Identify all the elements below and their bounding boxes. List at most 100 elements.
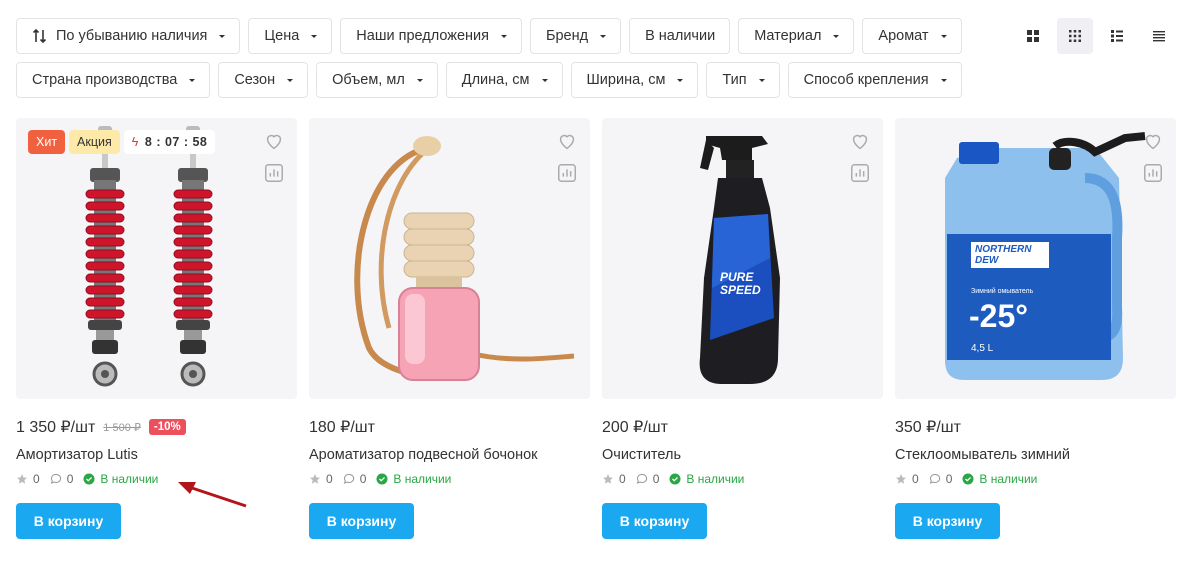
add-to-cart-button[interactable]: В корзину [602, 503, 707, 539]
comment-icon [929, 473, 940, 484]
filter-label: Длина, см [461, 72, 530, 88]
rating: 0 [16, 472, 40, 486]
chevron-down-icon [940, 34, 947, 38]
comment-icon [636, 473, 647, 484]
filter-offers[interactable]: Наши предложения [340, 18, 522, 54]
check-circle-icon [376, 473, 388, 485]
price-row: 200 ₽/шт [602, 417, 883, 437]
stock-status: В наличии [376, 472, 451, 486]
rating-value: 0 [912, 472, 919, 486]
favorite-heart-icon[interactable] [849, 130, 871, 152]
compare-icon[interactable] [849, 162, 871, 184]
filter-length[interactable]: Длина, см [445, 62, 563, 98]
chevron-down-icon [758, 78, 765, 82]
filter-price[interactable]: Цена [248, 18, 333, 54]
compare-icon[interactable] [1142, 162, 1164, 184]
check-circle-icon [83, 473, 95, 485]
view-switch [1015, 18, 1177, 54]
filter-mount[interactable]: Способ крепления [787, 62, 962, 98]
countdown-timer: ϟ 8 : 07 : 58 [123, 130, 216, 154]
rating-value: 0 [619, 472, 626, 486]
product-image[interactable]: Хит Акция ϟ 8 : 07 : 58 [16, 118, 297, 399]
rating: 0 [309, 472, 333, 486]
check-circle-icon [669, 473, 681, 485]
filter-label: В наличии [645, 28, 716, 44]
product-image[interactable]: NORTHERN DEW Зимний омыватель -25° 4,5 L [895, 118, 1176, 399]
product-card: PURE SPEED 200 ₽/шт Очиститель 0 0 В нал… [602, 118, 883, 539]
reviews: 0 [929, 472, 952, 486]
card-actions [556, 130, 578, 184]
reviews: 0 [50, 472, 74, 486]
price: 1 350 ₽/шт [16, 419, 96, 436]
filter-material[interactable]: Материал [738, 18, 855, 54]
product-name[interactable]: Стеклоомыватель зимний [895, 447, 1176, 465]
filter-season[interactable]: Сезон [218, 62, 309, 98]
stock-label: В наличии [686, 472, 745, 486]
compare-icon[interactable] [556, 162, 578, 184]
product-meta: 0 0 В наличии [309, 471, 590, 487]
product-name[interactable]: Очиститель [602, 447, 883, 465]
filter-country[interactable]: Страна производства [16, 62, 211, 98]
view-table-button[interactable] [1141, 18, 1177, 54]
comment-icon [343, 473, 354, 484]
chevron-down-icon [287, 78, 294, 82]
sort-dropdown[interactable]: По убыванию наличия [16, 18, 241, 54]
rating: 0 [895, 472, 919, 486]
chevron-down-icon [500, 34, 507, 38]
chevron-down-icon [600, 34, 607, 38]
chevron-down-icon [189, 78, 196, 82]
table-icon [1153, 31, 1165, 42]
chevron-down-icon [541, 78, 548, 82]
price-row: 1 350 ₽/шт 1 500 ₽ -10% [16, 417, 297, 437]
add-to-cart-button[interactable]: В корзину [895, 503, 1000, 539]
product-label-text: PURE SPEED [720, 270, 761, 297]
add-to-cart-button[interactable]: В корзину [309, 503, 414, 539]
view-grid-small-button[interactable] [1057, 18, 1093, 54]
card-actions [263, 130, 285, 184]
sale-badge: Акция [69, 130, 120, 154]
filter-bar: По убыванию наличия Цена Наши предложени… [16, 18, 1016, 106]
compare-icon[interactable] [263, 162, 285, 184]
filter-aroma[interactable]: Аромат [862, 18, 962, 54]
reviews-value: 0 [66, 472, 74, 486]
discount-badge: -10% [148, 419, 186, 435]
product-name[interactable]: Амортизатор Lutis [16, 447, 297, 465]
badges: Хит Акция ϟ 8 : 07 : 58 [28, 130, 216, 154]
filter-in-stock[interactable]: В наличии [629, 18, 731, 54]
view-grid-large-button[interactable] [1015, 18, 1051, 54]
filter-volume[interactable]: Объем, мл [316, 62, 438, 98]
filter-label: Сезон [234, 72, 276, 88]
old-price: 1 500 ₽ [103, 421, 141, 434]
product-meta: 0 0 В наличии [16, 471, 297, 487]
product-label-brand: NORTHERN DEW [971, 242, 1049, 268]
view-list-button[interactable] [1099, 18, 1135, 54]
hit-badge: Хит [28, 130, 66, 154]
filter-row-2: Страна производства Сезон Объем, мл Длин… [16, 62, 1016, 98]
filter-brand[interactable]: Бренд [529, 18, 622, 54]
comment-icon [50, 473, 61, 484]
product-image[interactable] [309, 118, 590, 399]
grid-small-icon [1069, 30, 1081, 42]
filter-label: Тип [722, 72, 747, 88]
add-to-cart-button[interactable]: В корзину [16, 503, 121, 539]
filter-label: Наши предложения [356, 28, 489, 44]
timer-value: 8 : 07 : 58 [144, 135, 208, 149]
chevron-down-icon [311, 34, 318, 38]
favorite-heart-icon[interactable] [556, 130, 578, 152]
stock-status: В наличии [669, 472, 744, 486]
product-card: 180 ₽/шт Ароматизатор подвесной бочонок … [309, 118, 590, 539]
filter-label: Объем, мл [332, 72, 405, 88]
favorite-heart-icon[interactable] [263, 130, 285, 152]
product-image[interactable]: PURE SPEED [602, 118, 883, 399]
filter-label: Бренд [545, 28, 589, 44]
favorite-heart-icon[interactable] [1142, 130, 1164, 152]
product-name[interactable]: Ароматизатор подвесной бочонок [309, 447, 590, 465]
filter-width[interactable]: Ширина, см [570, 62, 699, 98]
product-meta: 0 0 В наличии [602, 471, 883, 487]
filter-label: Способ крепления [803, 72, 929, 88]
star-icon [896, 474, 906, 484]
list-icon [1111, 30, 1123, 42]
price: 180 ₽/шт [309, 419, 375, 436]
filter-type[interactable]: Тип [706, 62, 780, 98]
filter-label: Страна производства [32, 72, 178, 88]
